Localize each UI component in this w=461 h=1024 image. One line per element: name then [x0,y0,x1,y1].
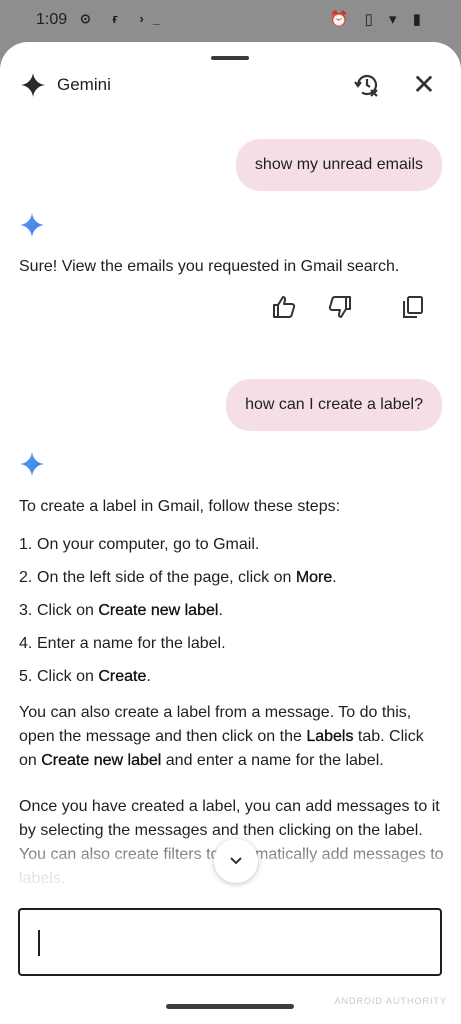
step-text-part: On the left side of the page, click on [37,569,296,586]
list-item: 1. On your computer, go to Gmail. [19,533,444,566]
gemini-response-icon [20,213,44,237]
gemini-response-icon [20,452,44,476]
gemini-sheet: Gemini ✕ show my unread emails Sure! Vie… [0,42,461,1024]
step-text-part: . [332,569,337,586]
step-bold-term: Create [98,668,147,685]
step-bold-term: More [295,569,333,586]
step-number: 3. [19,602,33,619]
status-time: 1:09 [36,11,68,28]
gemini-logo-icon [21,73,45,97]
bold-term: Labels [306,728,354,745]
step-text: Enter a name for the label. [37,635,226,652]
step-text: On your computer, go to Gmail. [37,536,260,553]
step-text: Click on Create. [37,665,151,689]
status-system-icons: ⏰ ▯ ▾ ▮ [329,11,427,28]
status-bar: 1:09 ⊙ ғ ›_ ⏰ ▯ ▾ ▮ [0,0,461,42]
reply-paragraph: You can also create a label from a messa… [19,701,444,773]
close-button[interactable]: ✕ [410,71,438,99]
scroll-to-bottom-button[interactable] [214,839,258,883]
step-number: 5. [19,668,33,685]
history-off-icon[interactable] [352,70,382,100]
step-text-part: . [218,602,223,619]
chevron-down-icon [230,857,242,865]
thumbs-up-icon[interactable] [271,294,297,320]
paragraph-text: and enter a name for the label. [161,752,384,769]
user-message-bubble: show my unread emails [235,139,442,191]
step-text-part: Click on [37,602,99,619]
steps-list: 1. On your computer, go to Gmail. 2. On … [19,533,444,698]
bold-term: Create new label [41,752,162,769]
step-text: On the left side of the page, click on M… [37,566,337,590]
user-message-bubble: how can I create a label? [226,379,442,431]
thumbs-down-icon[interactable] [327,294,353,320]
text-cursor [38,930,40,956]
watermark: ANDROID AUTHORITY [334,996,447,1006]
reply-intro: To create a label in Gmail, follow these… [19,498,341,515]
list-item: 5. Click on Create. [19,665,444,698]
copy-icon[interactable] [400,294,426,320]
step-number: 4. [19,635,33,652]
step-number: 1. [19,536,33,553]
step-text: Click on Create new label. [37,599,223,623]
step-text-part: Click on [37,668,99,685]
prompt-input[interactable] [18,908,442,976]
list-item: 4. Enter a name for the label. [19,632,444,665]
step-text-part: . [146,668,151,685]
assistant-reply-text: Sure! View the emails you requested in G… [19,258,400,275]
app-title: Gemini [57,75,111,94]
step-bold-term: Create new label [98,602,219,619]
list-item: 2. On the left side of the page, click o… [19,566,444,599]
gesture-nav-bar[interactable] [166,1004,294,1009]
list-item: 3. Click on Create new label. [19,599,444,632]
step-number: 2. [19,569,33,586]
drag-handle[interactable] [211,56,249,60]
status-notification-icons: ⊙ ғ ›_ [80,11,170,26]
